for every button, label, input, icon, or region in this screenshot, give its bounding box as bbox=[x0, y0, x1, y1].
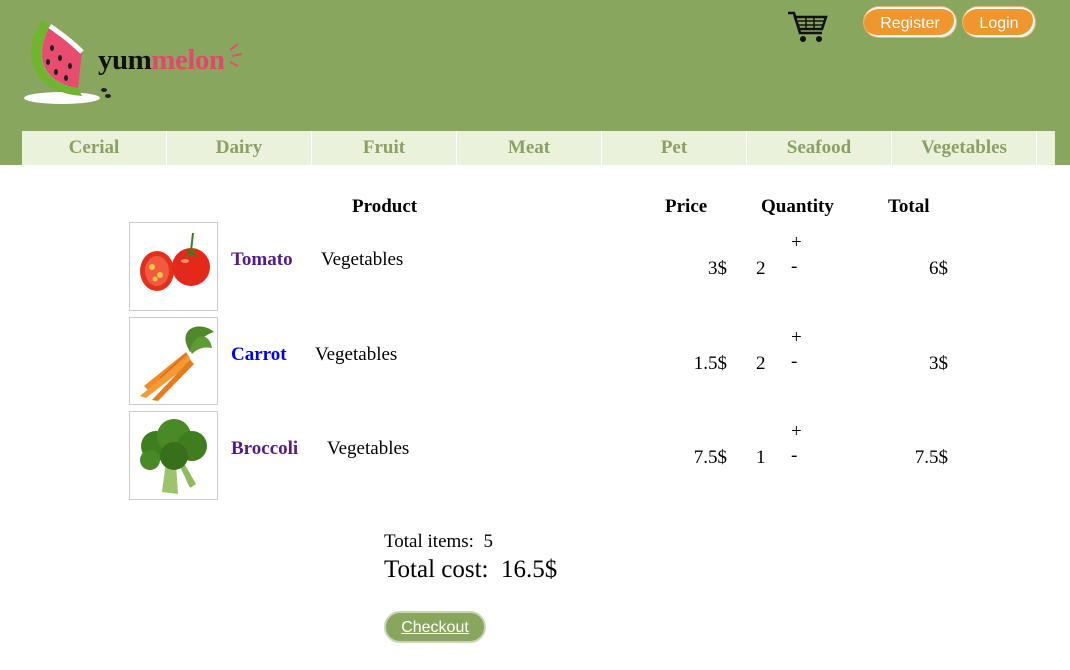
carrot-image[interactable] bbox=[129, 317, 218, 405]
shopping-cart-icon[interactable] bbox=[786, 10, 830, 44]
broccoli-image[interactable] bbox=[129, 411, 218, 500]
total-cost: Total cost: 16.5$ bbox=[384, 556, 557, 584]
total-cost-value: 16.5$ bbox=[500, 556, 558, 583]
nav-item-seafood[interactable]: Seafood bbox=[747, 131, 892, 165]
category-nav: Cerial Dairy Fruit Meat Pet Seafood Vege… bbox=[22, 131, 1055, 165]
total-items: Total items: 5 bbox=[384, 531, 493, 553]
nav-item-meat[interactable]: Meat bbox=[457, 131, 602, 165]
logo-text-yum: yum bbox=[98, 44, 152, 76]
product-name-link[interactable]: Broccoli bbox=[231, 438, 298, 460]
nav-item-dairy[interactable]: Dairy bbox=[167, 131, 312, 165]
product-price: 7.5$ bbox=[693, 447, 727, 468]
register-button[interactable]: Register bbox=[864, 7, 956, 37]
total-items-value: 5 bbox=[483, 531, 493, 552]
logo-text-melon: melon bbox=[151, 44, 225, 76]
product-name-link[interactable]: Carrot bbox=[231, 344, 287, 366]
product-total: 3$ bbox=[929, 353, 948, 374]
price-column-header: Price bbox=[665, 196, 708, 217]
nav-item-cerial[interactable]: Cerial bbox=[22, 131, 167, 165]
product-category: Vegetables bbox=[315, 344, 398, 365]
site-header: yummelon Register Login Cerial Dairy Fru… bbox=[0, 0, 1070, 165]
login-button[interactable]: Login bbox=[963, 7, 1035, 37]
nav-item-pet[interactable]: Pet bbox=[602, 131, 747, 165]
logo-text: yummelon bbox=[98, 44, 225, 77]
nav-item-vegetables[interactable]: Vegetables bbox=[892, 131, 1037, 165]
cart-row: Broccoli Vegetables 7.5$ 1 + - 7.5$ bbox=[0, 411, 1070, 505]
yummelon-logo[interactable]: yummelon bbox=[20, 12, 260, 112]
decrease-quantity-button[interactable]: - bbox=[791, 256, 797, 278]
increase-quantity-button[interactable]: + bbox=[791, 327, 802, 349]
product-name-link[interactable]: Tomato bbox=[231, 249, 293, 271]
product-quantity: 1 bbox=[756, 447, 766, 468]
product-category: Vegetables bbox=[327, 438, 410, 459]
product-price: 3$ bbox=[708, 258, 727, 279]
product-quantity: 2 bbox=[756, 353, 766, 374]
increase-quantity-button[interactable]: + bbox=[791, 421, 802, 443]
increase-quantity-button[interactable]: + bbox=[791, 232, 802, 254]
product-price: 1.5$ bbox=[693, 353, 727, 374]
tomato-image[interactable] bbox=[129, 222, 218, 311]
product-quantity: 2 bbox=[756, 258, 766, 279]
decrease-quantity-button[interactable]: - bbox=[791, 351, 797, 373]
decrease-quantity-button[interactable]: - bbox=[791, 445, 797, 467]
cart-row: Carrot Vegetables 1.5$ 2 + - 3$ bbox=[0, 317, 1070, 411]
checkout-button[interactable]: Checkout bbox=[384, 611, 486, 643]
total-column-header: Total bbox=[888, 196, 930, 217]
product-total: 7.5$ bbox=[914, 447, 948, 468]
nav-item-fruit[interactable]: Fruit bbox=[312, 131, 457, 165]
quantity-column-header: Quantity bbox=[761, 196, 834, 217]
total-cost-label: Total cost: bbox=[384, 556, 489, 583]
product-total: 6$ bbox=[929, 258, 948, 279]
product-category: Vegetables bbox=[321, 249, 404, 270]
total-items-label: Total items: bbox=[384, 531, 474, 552]
cart-row: Tomato Vegetables 3$ 2 + - 6$ bbox=[0, 222, 1070, 316]
product-column-header: Product bbox=[352, 196, 418, 217]
